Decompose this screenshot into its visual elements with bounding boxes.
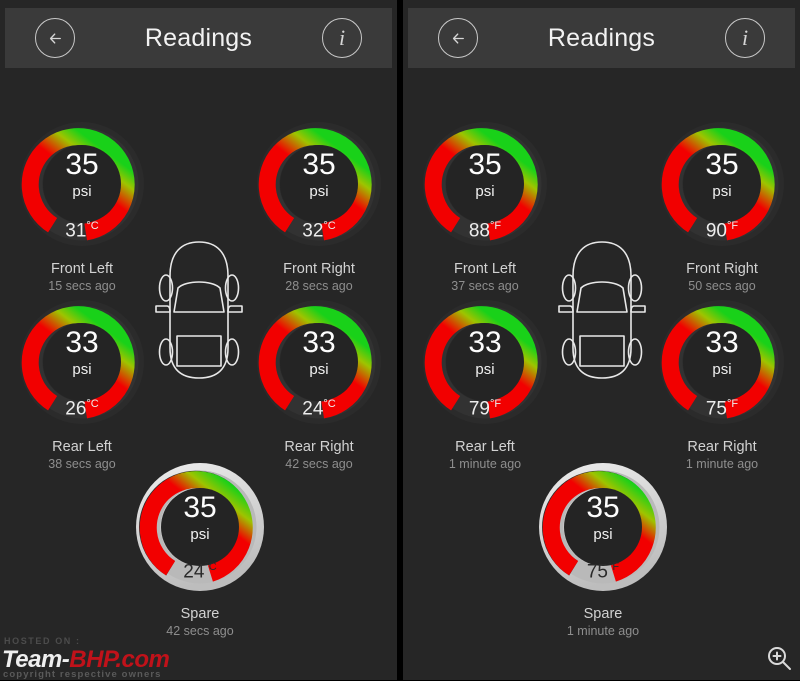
- temperature: 90°F: [648, 216, 796, 241]
- readings-body: 35 psi 31°C Front Left 15 secs ago 35 ps…: [0, 68, 397, 680]
- gauge-dial: 33 psi 24°C: [245, 288, 393, 436]
- wheel-label: Spare: [180, 606, 220, 622]
- car-outline: [152, 236, 246, 384]
- temperature: 79°F: [411, 394, 559, 419]
- gauge-dial: 35 psi 88°F: [411, 110, 559, 258]
- readings-body: 35 psi 88°F Front Left 37 secs ago 35 ps…: [403, 68, 800, 680]
- temperature: 75°F: [529, 557, 677, 582]
- arrow-left-icon: [452, 32, 464, 44]
- gauge-dial: 33 psi 79°F: [411, 288, 559, 436]
- info-icon: i: [741, 25, 749, 50]
- temperature-unit: °C: [323, 220, 336, 232]
- temperature-value: 88: [468, 220, 490, 242]
- reading-front-left[interactable]: 35 psi 88°F Front Left 37 secs ago: [411, 110, 559, 294]
- reading-front-right[interactable]: 35 psi 32°C Front Right 28 secs ago: [245, 110, 393, 294]
- gauge-dial: 33 psi 75°F: [648, 288, 796, 436]
- page-title: Readings: [547, 23, 656, 52]
- wheel-label: Front Right: [283, 261, 355, 277]
- gauge-dial: 33 psi 26°C: [8, 288, 156, 436]
- temperature-value: 31: [65, 220, 87, 242]
- reading-front-right[interactable]: 35 psi 90°F Front Right 50 secs ago: [648, 110, 796, 294]
- arrow-left-icon: [49, 32, 61, 44]
- panel-celsius: Readings i 35 psi 31°C Front Left 15 sec…: [0, 0, 397, 680]
- back-button[interactable]: [438, 18, 478, 58]
- temperature-value: 32: [302, 220, 324, 242]
- temperature-unit: °C: [86, 398, 99, 410]
- screenshot-root: Readings i 35 psi 31°C Front Left 15 sec…: [0, 0, 800, 680]
- temperature-value: 75: [586, 561, 608, 583]
- watermark-hosted-label: HOSTED ON :: [4, 636, 81, 646]
- temperature-value: 90: [705, 220, 727, 242]
- temperature-value: 24: [183, 561, 205, 583]
- temperature-unit: °C: [323, 398, 336, 410]
- temperature-unit: °C: [86, 220, 99, 232]
- back-button[interactable]: [35, 18, 75, 58]
- reading-spare[interactable]: 35 psi 24°C Spare 42 secs ago: [126, 453, 274, 639]
- zoom-in-icon: [768, 647, 791, 670]
- temperature-unit: °F: [490, 398, 502, 410]
- reading-rear-left[interactable]: 33 psi 79°F Rear Left 1 minute ago: [411, 288, 559, 472]
- info-button[interactable]: i: [322, 18, 362, 58]
- temperature-unit: °F: [727, 398, 739, 410]
- temperature: 32°C: [245, 216, 393, 241]
- zoom-in-button[interactable]: [762, 642, 796, 676]
- wheel-label: Front Left: [453, 261, 517, 277]
- app-header: Readings i: [5, 8, 392, 68]
- panel-fahrenheit: Readings i 35 psi 88°F Front Left 37 sec…: [403, 0, 800, 680]
- temperature-value: 24: [302, 398, 324, 420]
- watermark-copyright: copyright respective owners: [3, 669, 162, 680]
- watermark: HOSTED ON : Team-BHP.com copyright respe…: [0, 636, 208, 680]
- reading-rear-right[interactable]: 33 psi 75°F Rear Right 1 minute ago: [648, 288, 796, 472]
- temperature-unit: °F: [608, 561, 620, 573]
- temperature: 75°F: [648, 394, 796, 419]
- temperature: 24°C: [245, 394, 393, 419]
- wheel-label: Front Left: [50, 261, 114, 277]
- gauge-dial: 35 psi 24°C: [126, 453, 274, 601]
- temperature: 26°C: [8, 394, 156, 419]
- info-button[interactable]: i: [725, 18, 765, 58]
- temperature-value: 26: [65, 398, 87, 420]
- page-title: Readings: [144, 23, 253, 52]
- reading-front-left[interactable]: 35 psi 31°C Front Left 15 secs ago: [8, 110, 156, 294]
- info-icon: i: [338, 25, 346, 50]
- reading-spare[interactable]: 35 psi 75°F Spare 1 minute ago: [529, 453, 677, 639]
- car-outline: [555, 236, 649, 384]
- gauge-dial: 35 psi 31°C: [8, 110, 156, 258]
- temperature-unit: °C: [204, 561, 217, 573]
- gauge-dial: 35 psi 32°C: [245, 110, 393, 258]
- app-header: Readings i: [408, 8, 795, 68]
- temperature: 88°F: [411, 216, 559, 241]
- temperature-unit: °F: [490, 220, 502, 232]
- temperature-value: 75: [705, 398, 727, 420]
- wheel-label: Spare: [583, 606, 623, 622]
- gauge-dial: 35 psi 75°F: [529, 453, 677, 601]
- timestamp: 1 minute ago: [566, 624, 640, 638]
- temperature: 31°C: [8, 216, 156, 241]
- wheel-label: Front Right: [686, 261, 758, 277]
- reading-rear-right[interactable]: 33 psi 24°C Rear Right 42 secs ago: [245, 288, 393, 472]
- reading-rear-left[interactable]: 33 psi 26°C Rear Left 38 secs ago: [8, 288, 156, 472]
- temperature-unit: °F: [727, 220, 739, 232]
- temperature: 24°C: [126, 557, 274, 582]
- gauge-dial: 35 psi 90°F: [648, 110, 796, 258]
- temperature-value: 79: [468, 398, 490, 420]
